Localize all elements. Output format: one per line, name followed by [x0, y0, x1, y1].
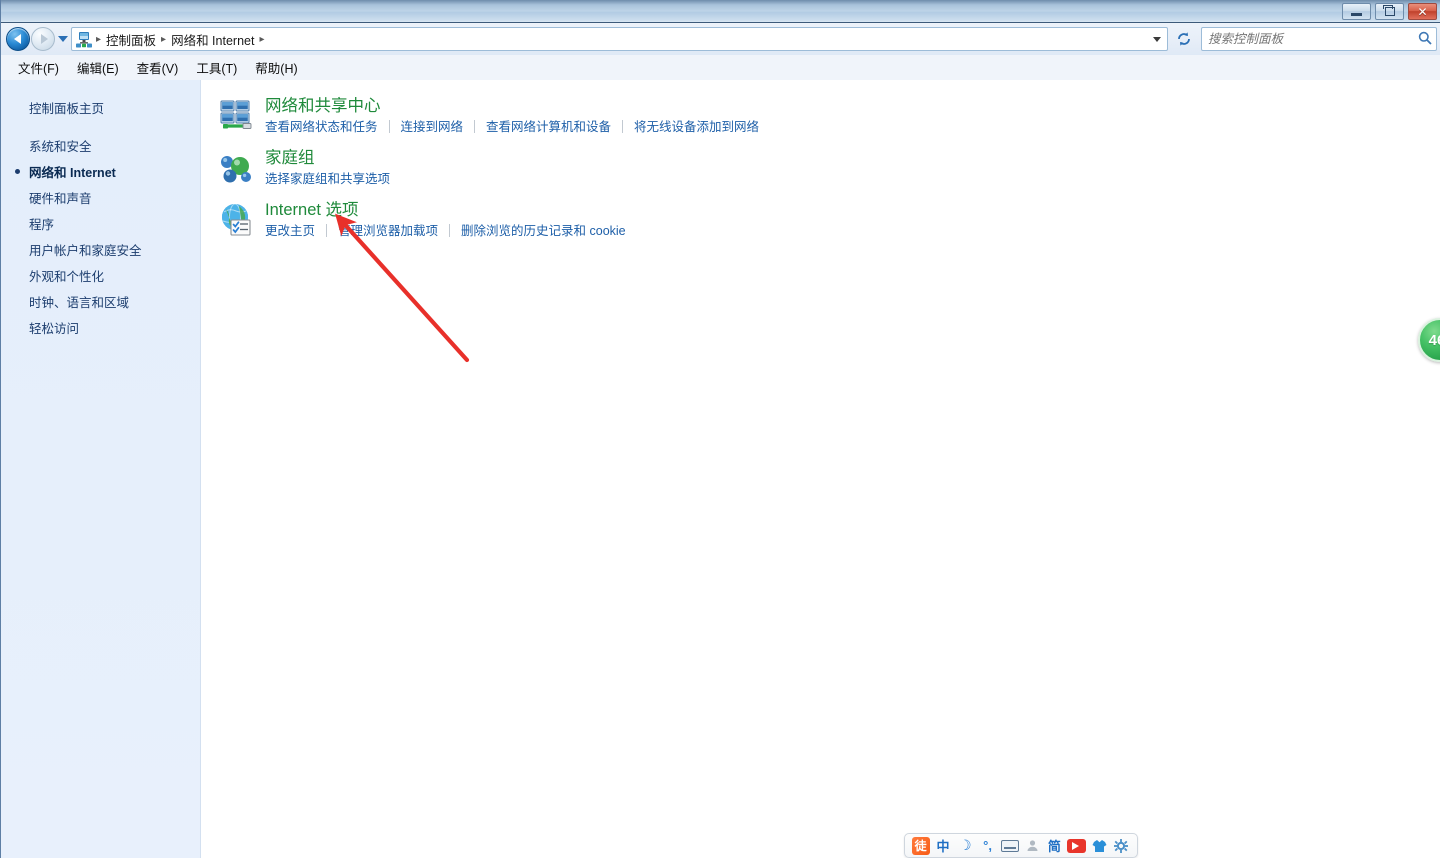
soft-keyboard-icon[interactable]: [1000, 836, 1019, 856]
internet-options-icon: [219, 202, 255, 238]
badge-count: 46: [1428, 331, 1440, 349]
category-links-network-sharing-center: 查看网络状态和任务 连接到网络 查看网络计算机和设备 将无线设备添加到网络: [265, 119, 1440, 135]
link-divider: [388, 120, 390, 134]
breadcrumb-control-panel[interactable]: 控制面板: [102, 30, 160, 49]
menu-tools[interactable]: 工具(T): [187, 55, 246, 80]
forward-arrow-icon: [40, 34, 48, 44]
simplified-chinese-icon[interactable]: 简: [1045, 836, 1064, 856]
user-icon[interactable]: [1022, 836, 1041, 856]
homegroup-icon: [219, 150, 255, 186]
category-internet-options: Internet 选项 更改主页 管理浏览器加载项 删除浏览的历史记录和 coo…: [219, 200, 1440, 242]
category-title-internet-options[interactable]: Internet 选项: [265, 200, 359, 221]
link-add-wireless-device[interactable]: 将无线设备添加到网络: [634, 119, 759, 135]
control-panel-network-icon: [75, 31, 93, 48]
category-network-sharing-center: 网络和共享中心 查看网络状态和任务 连接到网络 查看网络计算机和设备 将无线设备…: [219, 96, 1440, 138]
menu-help[interactable]: 帮助(H): [246, 55, 306, 80]
menu-edit[interactable]: 编辑(E): [68, 55, 128, 80]
link-choose-homegroup-options[interactable]: 选择家庭组和共享选项: [265, 171, 390, 187]
category-panel: 网络和共享中心 查看网络状态和任务 连接到网络 查看网络计算机和设备 将无线设备…: [201, 80, 1440, 858]
link-divider: [326, 224, 328, 238]
sidebar-item-appearance[interactable]: 外观和个性化: [1, 262, 200, 288]
back-button[interactable]: [6, 27, 30, 51]
settings-gear-icon[interactable]: [1112, 836, 1131, 856]
category-homegroup: 家庭组 选择家庭组和共享选项: [219, 148, 1440, 190]
link-view-network-computers[interactable]: 查看网络计算机和设备: [486, 119, 611, 135]
maximize-button[interactable]: [1375, 3, 1404, 20]
category-links-internet-options: 更改主页 管理浏览器加载项 删除浏览的历史记录和 cookie: [265, 223, 1440, 239]
network-sharing-center-icon: [219, 98, 255, 134]
forward-button[interactable]: [31, 27, 55, 51]
category-links-homegroup: 选择家庭组和共享选项: [265, 171, 1440, 187]
minimize-icon: [1351, 13, 1362, 16]
video-icon[interactable]: [1067, 836, 1087, 856]
breadcrumb-separator: ▸: [96, 33, 102, 45]
content-area: 控制面板主页 系统和安全 网络和 Internet 硬件和声音 程序 用户帐户和…: [1, 80, 1440, 858]
refresh-icon: [1178, 32, 1190, 46]
close-icon: ✕: [1417, 4, 1428, 19]
sidebar-item-programs[interactable]: 程序: [1, 210, 200, 236]
link-delete-browsing-history[interactable]: 删除浏览的历史记录和 cookie: [461, 223, 626, 239]
maximize-icon: [1382, 5, 1395, 16]
category-title-homegroup[interactable]: 家庭组: [265, 148, 315, 169]
sidebar-item-clock-language-region[interactable]: 时钟、语言和区域: [1, 288, 200, 314]
sidebar-item-network-and-internet[interactable]: 网络和 Internet: [1, 158, 200, 184]
menu-view[interactable]: 查看(V): [128, 55, 188, 80]
title-bar: ✕: [1, 0, 1440, 23]
refresh-button[interactable]: [1173, 28, 1195, 50]
category-title-network-sharing-center[interactable]: 网络和共享中心: [265, 96, 381, 117]
link-divider: [474, 120, 476, 134]
sogou-logo-icon[interactable]: 徒: [911, 836, 930, 856]
sidebar-item-system-and-security[interactable]: 系统和安全: [1, 132, 200, 158]
search-icon[interactable]: [1414, 31, 1436, 48]
breadcrumb-network-and-internet[interactable]: 网络和 Internet: [167, 30, 258, 49]
ime-toolbar: 徒 中 ☽ °, 简: [904, 833, 1138, 858]
link-change-homepage[interactable]: 更改主页: [265, 223, 315, 239]
link-connect-to-network[interactable]: 连接到网络: [401, 119, 464, 135]
chinese-mode-icon[interactable]: 中: [933, 836, 952, 856]
control-panel-window: ✕ ▸ 控制面板 ▸ 网络和 Internet ▸ 搜索控制面板 文件(F) 编…: [0, 0, 1440, 858]
close-button[interactable]: ✕: [1408, 3, 1437, 20]
menu-bar: 文件(F) 编辑(E) 查看(V) 工具(T) 帮助(H): [1, 55, 1440, 80]
address-dropdown-chevron-down-icon[interactable]: [1153, 37, 1161, 42]
menu-file[interactable]: 文件(F): [9, 55, 68, 80]
link-manage-browser-addons[interactable]: 管理浏览器加载项: [338, 223, 438, 239]
breadcrumb-separator: ▸: [259, 33, 265, 45]
breadcrumb-separator: ▸: [161, 33, 167, 45]
punctuation-icon[interactable]: °,: [978, 836, 997, 856]
search-input[interactable]: [1202, 32, 1414, 46]
link-view-network-status[interactable]: 查看网络状态和任务: [265, 119, 378, 135]
skin-icon[interactable]: [1089, 836, 1108, 856]
sidebar: 控制面板主页 系统和安全 网络和 Internet 硬件和声音 程序 用户帐户和…: [1, 80, 201, 858]
sidebar-item-control-panel-home[interactable]: 控制面板主页: [1, 95, 200, 120]
minimize-button[interactable]: [1342, 3, 1371, 20]
search-box[interactable]: [1201, 27, 1437, 51]
recent-pages-chevron-down-icon[interactable]: [58, 36, 68, 42]
link-divider: [449, 224, 451, 238]
address-bar[interactable]: ▸ 控制面板 ▸ 网络和 Internet ▸: [71, 27, 1168, 51]
sidebar-item-hardware-and-sound[interactable]: 硬件和声音: [1, 184, 200, 210]
navigation-bar: ▸ 控制面板 ▸ 网络和 Internet ▸: [1, 23, 1440, 55]
link-divider: [622, 120, 624, 134]
back-arrow-icon: [13, 34, 21, 44]
sidebar-item-ease-of-access[interactable]: 轻松访问: [1, 314, 200, 340]
sidebar-item-user-accounts[interactable]: 用户帐户和家庭安全: [1, 236, 200, 262]
moon-icon[interactable]: ☽: [956, 836, 975, 856]
